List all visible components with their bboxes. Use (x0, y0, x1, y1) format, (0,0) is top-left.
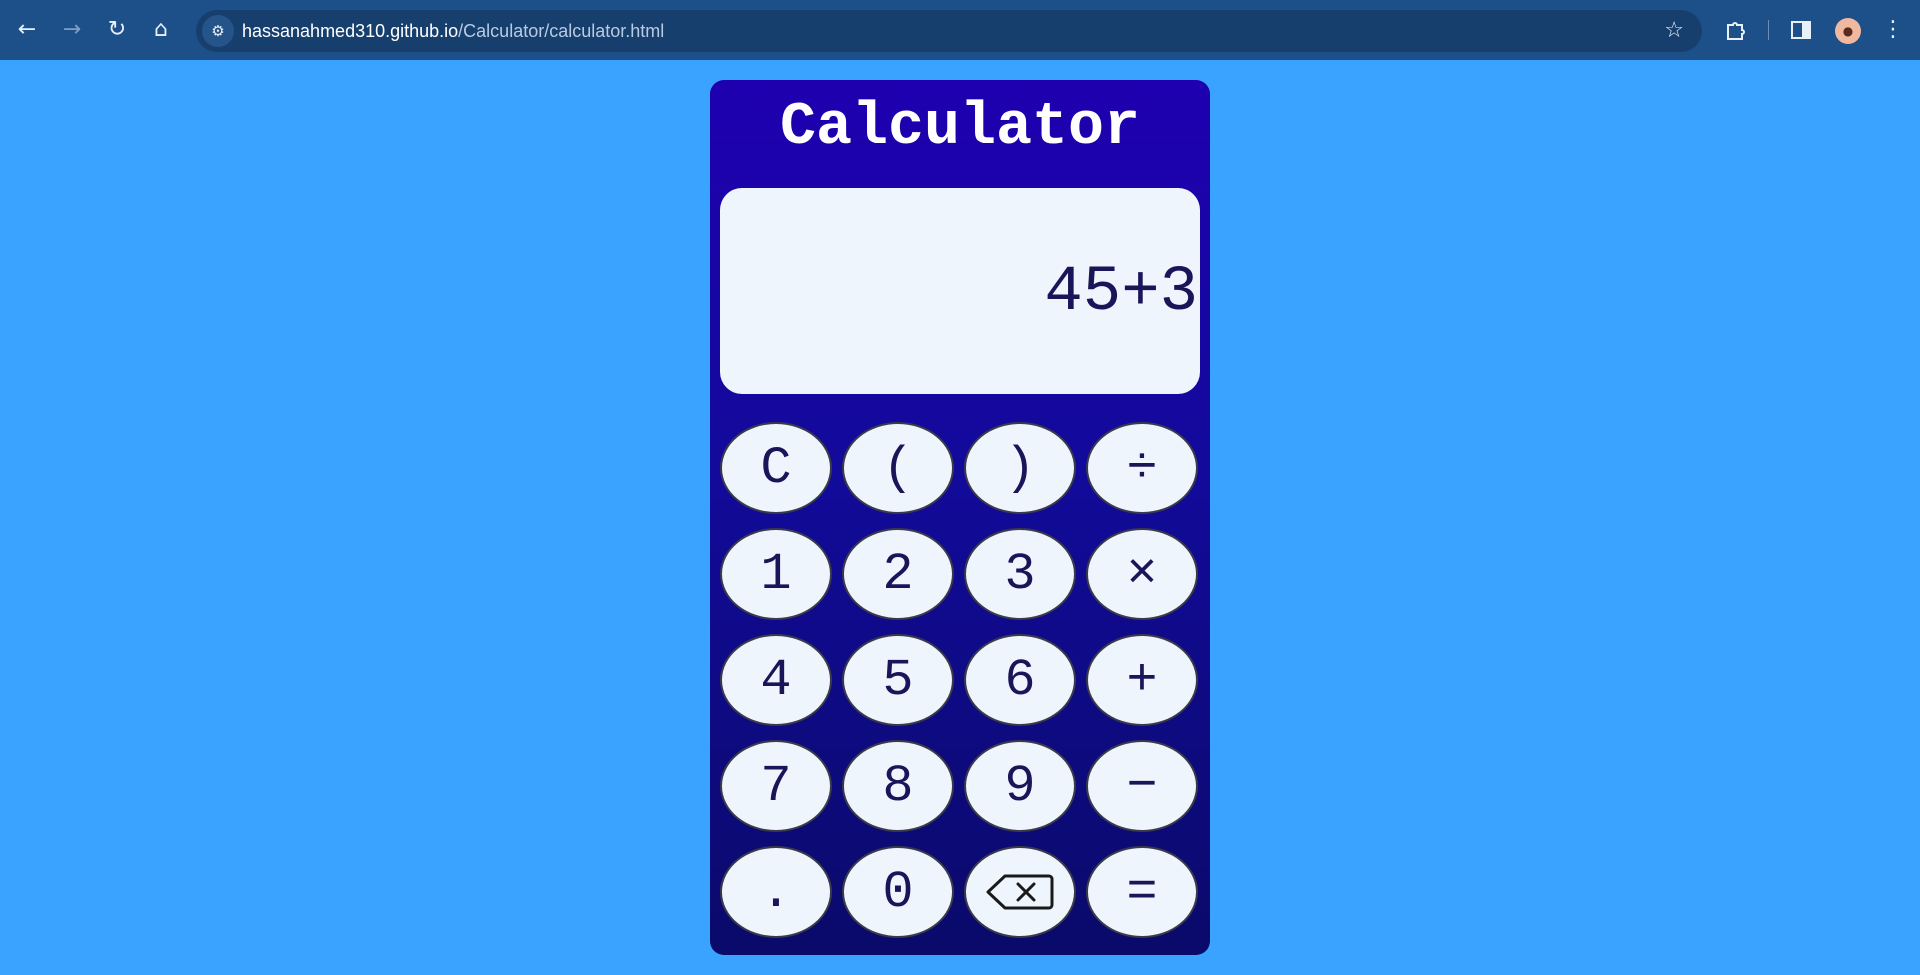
key-add[interactable]: + (1086, 634, 1198, 726)
key-clear[interactable]: C (720, 422, 832, 514)
key-0[interactable]: 0 (842, 846, 954, 938)
kebab-menu-icon[interactable]: ⋮ (1876, 13, 1910, 47)
toolbar-separator (1768, 20, 1769, 40)
url-path: /Calculator/calculator.html (458, 21, 665, 41)
key-decimal[interactable]: . (720, 846, 832, 938)
key-2[interactable]: 2 (842, 528, 954, 620)
puzzle-icon[interactable] (1719, 13, 1753, 47)
avatar-icon[interactable]: ● (1835, 18, 1861, 44)
reload-icon[interactable]: ↻ (100, 13, 134, 47)
back-arrow-icon[interactable]: ← (10, 13, 44, 47)
address-bar[interactable]: ⚙ hassanahmed310.github.io/Calculator/ca… (196, 10, 1702, 52)
calculator-title: Calculator (779, 94, 1141, 162)
key-8[interactable]: 8 (842, 740, 954, 832)
backspace-icon (986, 874, 1054, 910)
key-3[interactable]: 3 (964, 528, 1076, 620)
tune-icon[interactable]: ⚙ (202, 15, 234, 47)
key-6[interactable]: 6 (964, 634, 1076, 726)
key-multiply[interactable]: × (1086, 528, 1198, 620)
key-open-paren[interactable]: ( (842, 422, 954, 514)
forward-arrow-icon[interactable]: → (55, 13, 89, 47)
home-icon[interactable]: ⌂ (144, 13, 178, 47)
calculator: Calculator 45+3 C ( ) ÷ 1 2 3 × 4 5 6 + … (710, 80, 1210, 955)
key-9[interactable]: 9 (964, 740, 1076, 832)
key-backspace[interactable] (964, 846, 1076, 938)
star-icon[interactable]: ☆ (1664, 10, 1684, 52)
url-host: hassanahmed310.github.io (242, 21, 459, 41)
browser-toolbar: ← → ↻ ⌂ ⚙ hassanahmed310.github.io/Calcu… (0, 0, 1920, 60)
key-subtract[interactable]: − (1086, 740, 1198, 832)
side-panel-icon[interactable] (1784, 13, 1818, 47)
url-text[interactable]: hassanahmed310.github.io/Calculator/calc… (242, 10, 664, 52)
key-1[interactable]: 1 (720, 528, 832, 620)
display-value: 45+3 (1044, 257, 1198, 329)
key-4[interactable]: 4 (720, 634, 832, 726)
key-close-paren[interactable]: ) (964, 422, 1076, 514)
key-equals[interactable]: = (1086, 846, 1198, 938)
key-7[interactable]: 7 (720, 740, 832, 832)
calculator-display: 45+3 (720, 188, 1200, 394)
key-5[interactable]: 5 (842, 634, 954, 726)
key-divide[interactable]: ÷ (1086, 422, 1198, 514)
